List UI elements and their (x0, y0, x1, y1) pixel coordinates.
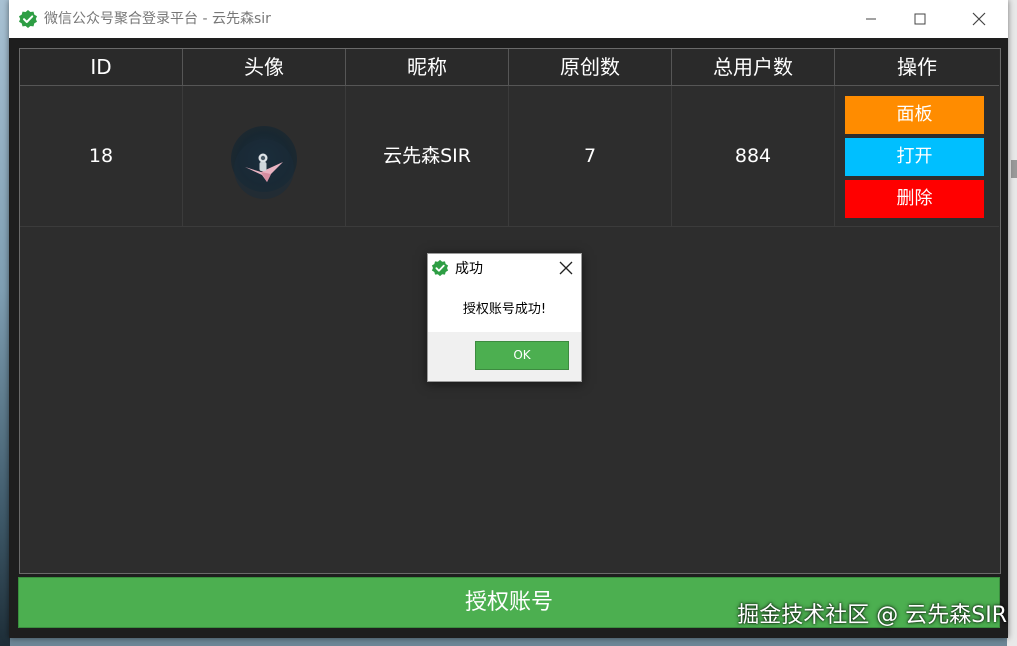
minimize-icon (866, 18, 876, 20)
cell-original-count: 7 (509, 86, 672, 227)
close-icon (972, 12, 986, 26)
minimize-button[interactable] (848, 0, 894, 38)
panel-button[interactable]: 面板 (845, 96, 984, 134)
avatar (231, 126, 297, 199)
cell-nickname: 云先森SIR (346, 86, 509, 227)
header-original-count: 原创数 (509, 49, 672, 86)
header-id: ID (20, 49, 183, 86)
green-checkmark-shield-icon (431, 259, 449, 277)
desktop-scroll-mark (1011, 160, 1017, 178)
table-header: ID 头像 昵称 原创数 总用户数 操作 (20, 49, 1000, 86)
astronaut-crane-avatar-icon (234, 139, 294, 199)
desktop-background-right (1007, 0, 1017, 646)
maximize-icon (914, 13, 926, 25)
open-button[interactable]: 打开 (845, 138, 984, 176)
cell-id: 18 (20, 86, 183, 227)
window-title: 微信公众号聚合登录平台 - 云先森sir (44, 11, 271, 27)
maximize-button[interactable] (897, 0, 943, 38)
header-nickname: 昵称 (346, 49, 509, 86)
header-total-users: 总用户数 (672, 49, 835, 86)
dialog-close-icon[interactable] (559, 261, 573, 275)
close-button[interactable] (956, 0, 1002, 38)
header-avatar: 头像 (183, 49, 346, 86)
watermark: 掘金技术社区 @ 云先森SIR (737, 603, 1007, 628)
dialog-body: 成功 授权账号成功! (428, 254, 581, 332)
title-bar[interactable]: 微信公众号聚合登录平台 - 云先森sir (9, 0, 1008, 38)
green-checkmark-shield-icon (19, 10, 37, 28)
dialog-message: 授权账号成功! (462, 302, 547, 317)
cell-avatar (183, 86, 346, 227)
cell-total-users: 884 (672, 86, 835, 227)
ok-button[interactable]: OK (475, 341, 569, 370)
dialog-title: 成功 (455, 261, 483, 277)
success-dialog: 成功 授权账号成功! OK (427, 253, 582, 382)
cell-actions: 面板 打开 删除 (835, 86, 999, 227)
header-actions: 操作 (835, 49, 999, 86)
delete-button[interactable]: 删除 (845, 180, 984, 218)
